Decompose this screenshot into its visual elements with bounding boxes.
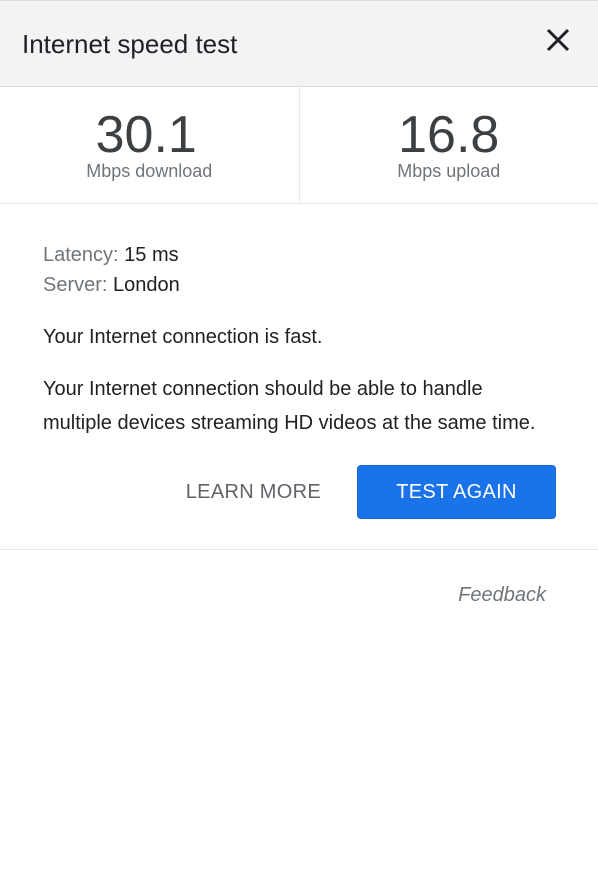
test-again-button[interactable]: TEST AGAIN <box>357 465 556 519</box>
result-details: Latency: 15 ms Server: London Your Inter… <box>0 204 598 519</box>
upload-metric: 16.8 Mbps upload <box>298 87 598 203</box>
connection-description: Your Internet connection should be able … <box>43 378 536 434</box>
upload-unit: Mbps upload <box>397 161 501 181</box>
learn-more-button[interactable]: LEARN MORE <box>186 481 357 504</box>
upload-value: 16.8 <box>398 106 500 164</box>
latency-row: Latency: 15 ms <box>43 240 555 270</box>
panel-title: Internet speed test <box>22 29 238 59</box>
server-label: Server: <box>43 274 108 296</box>
download-value: 30.1 <box>95 106 197 164</box>
feedback-row: Feedback <box>0 550 598 607</box>
speed-results: 30.1 Mbps download 16.8 Mbps upload <box>0 87 598 204</box>
panel-header: Internet speed test <box>0 1 598 87</box>
download-metric: 30.1 Mbps download <box>0 87 299 203</box>
action-row: LEARN MORE TEST AGAIN <box>43 465 556 519</box>
speed-test-panel: Internet speed test 30.1 Mbps download 1… <box>0 0 598 886</box>
latency-value: 15 ms <box>124 244 179 266</box>
feedback-link[interactable]: Feedback <box>458 584 546 607</box>
close-icon[interactable] <box>544 26 572 54</box>
latency-label: Latency: <box>43 244 119 266</box>
download-unit: Mbps download <box>86 161 213 181</box>
server-row: Server: London <box>43 270 555 300</box>
connection-verdict: Your Internet connection is fast. <box>43 326 323 348</box>
server-value: London <box>113 274 180 296</box>
